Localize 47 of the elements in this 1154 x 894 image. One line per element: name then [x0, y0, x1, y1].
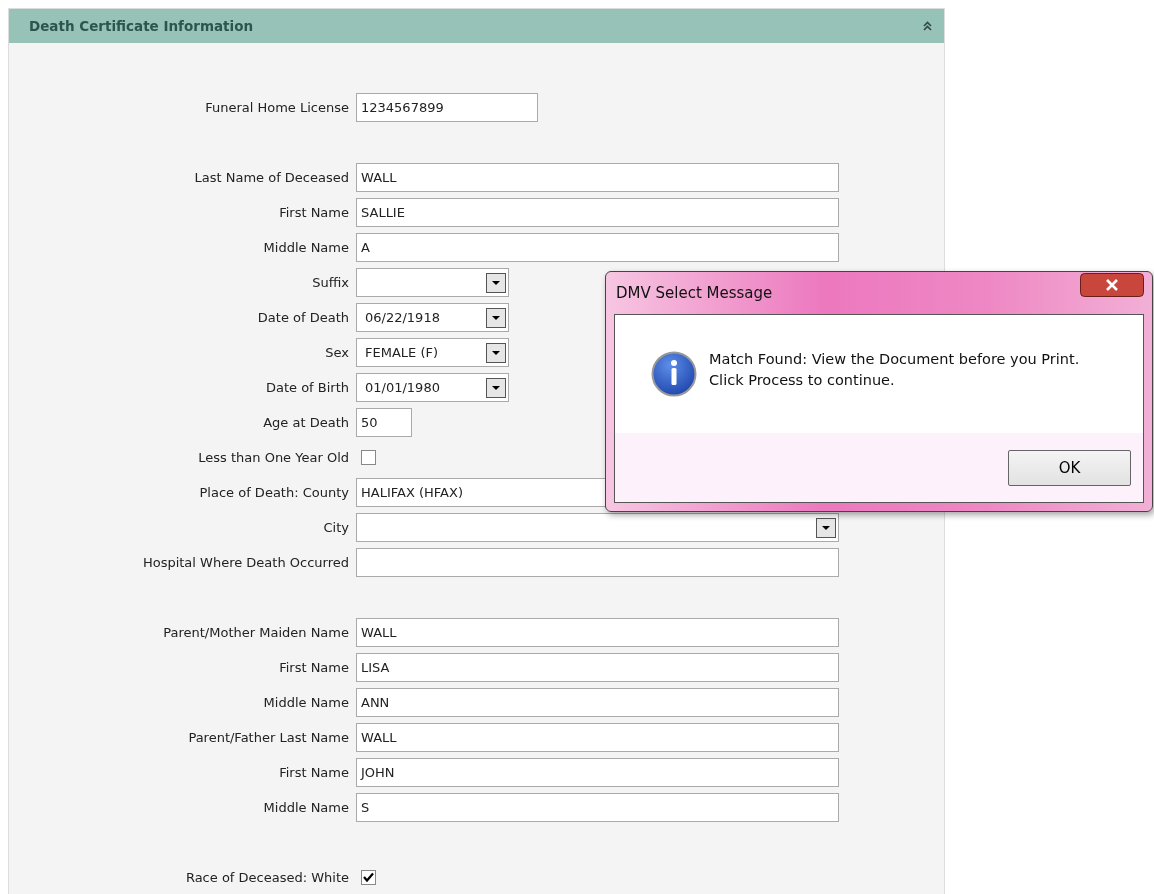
text-field[interactable]: WALL [356, 618, 839, 647]
field-label: Parent/Father Last Name [187, 730, 349, 745]
field-label: First Name [278, 205, 349, 220]
section-title: Death Certificate Information [29, 18, 254, 34]
field-label: Middle Name [262, 695, 349, 710]
text-field[interactable]: SALLIE [356, 198, 839, 227]
field-label: Hospital Where Death Occurred [141, 555, 349, 570]
text-field[interactable] [356, 548, 839, 577]
text-field[interactable]: A [356, 233, 839, 262]
field-label: First Name [278, 660, 349, 675]
dropdown-field[interactable]: 01/01/1980 [356, 373, 509, 402]
field-label: Funeral Home License [204, 100, 349, 115]
field-label: Sex [324, 345, 349, 360]
field-label: Middle Name [262, 800, 349, 815]
text-field[interactable]: 1234567899 [356, 93, 538, 122]
field-label: First Name [278, 765, 349, 780]
info-icon [651, 351, 697, 397]
message-text: Click Process to continue. [709, 371, 896, 390]
field-label: Age at Death [262, 415, 349, 430]
collapse-icon[interactable] [923, 21, 932, 31]
dropdown-field[interactable]: FEMALE (F) [356, 338, 509, 367]
checkbox[interactable] [361, 450, 376, 465]
text-field[interactable]: 50 [356, 408, 412, 437]
dropdown-field[interactable] [356, 513, 839, 542]
field-label: Last Name of Deceased [193, 170, 349, 185]
text-field[interactable]: WALL [356, 723, 839, 752]
dialog-title: DMV Select Message [615, 284, 773, 302]
text-field[interactable]: S [356, 793, 839, 822]
field-label: Race of Deceased: White [184, 870, 349, 885]
field-label: Middle Name [262, 240, 349, 255]
text-field[interactable]: ANN [356, 688, 839, 717]
close-button[interactable] [1080, 273, 1144, 297]
message-text: Match Found: View the Document before you Print. [709, 350, 1080, 369]
field-label: Date of Death [256, 310, 349, 325]
ok-button[interactable]: OK [1008, 449, 1131, 486]
text-field[interactable]: JOHN [356, 758, 839, 787]
dropdown-field[interactable]: 06/22/1918 [356, 303, 509, 332]
field-label: Suffix [311, 275, 349, 290]
field-label: Less than One Year Old [197, 450, 349, 465]
field-label: Date of Birth [264, 380, 349, 395]
text-field[interactable]: LISA [356, 653, 839, 682]
field-label: City [322, 520, 349, 535]
checkbox[interactable] [361, 870, 376, 885]
dropdown-field[interactable] [356, 268, 509, 297]
field-label: Parent/Mother Maiden Name [162, 625, 349, 640]
field-label: Place of Death: County [198, 485, 349, 500]
text-field[interactable]: WALL [356, 163, 839, 192]
